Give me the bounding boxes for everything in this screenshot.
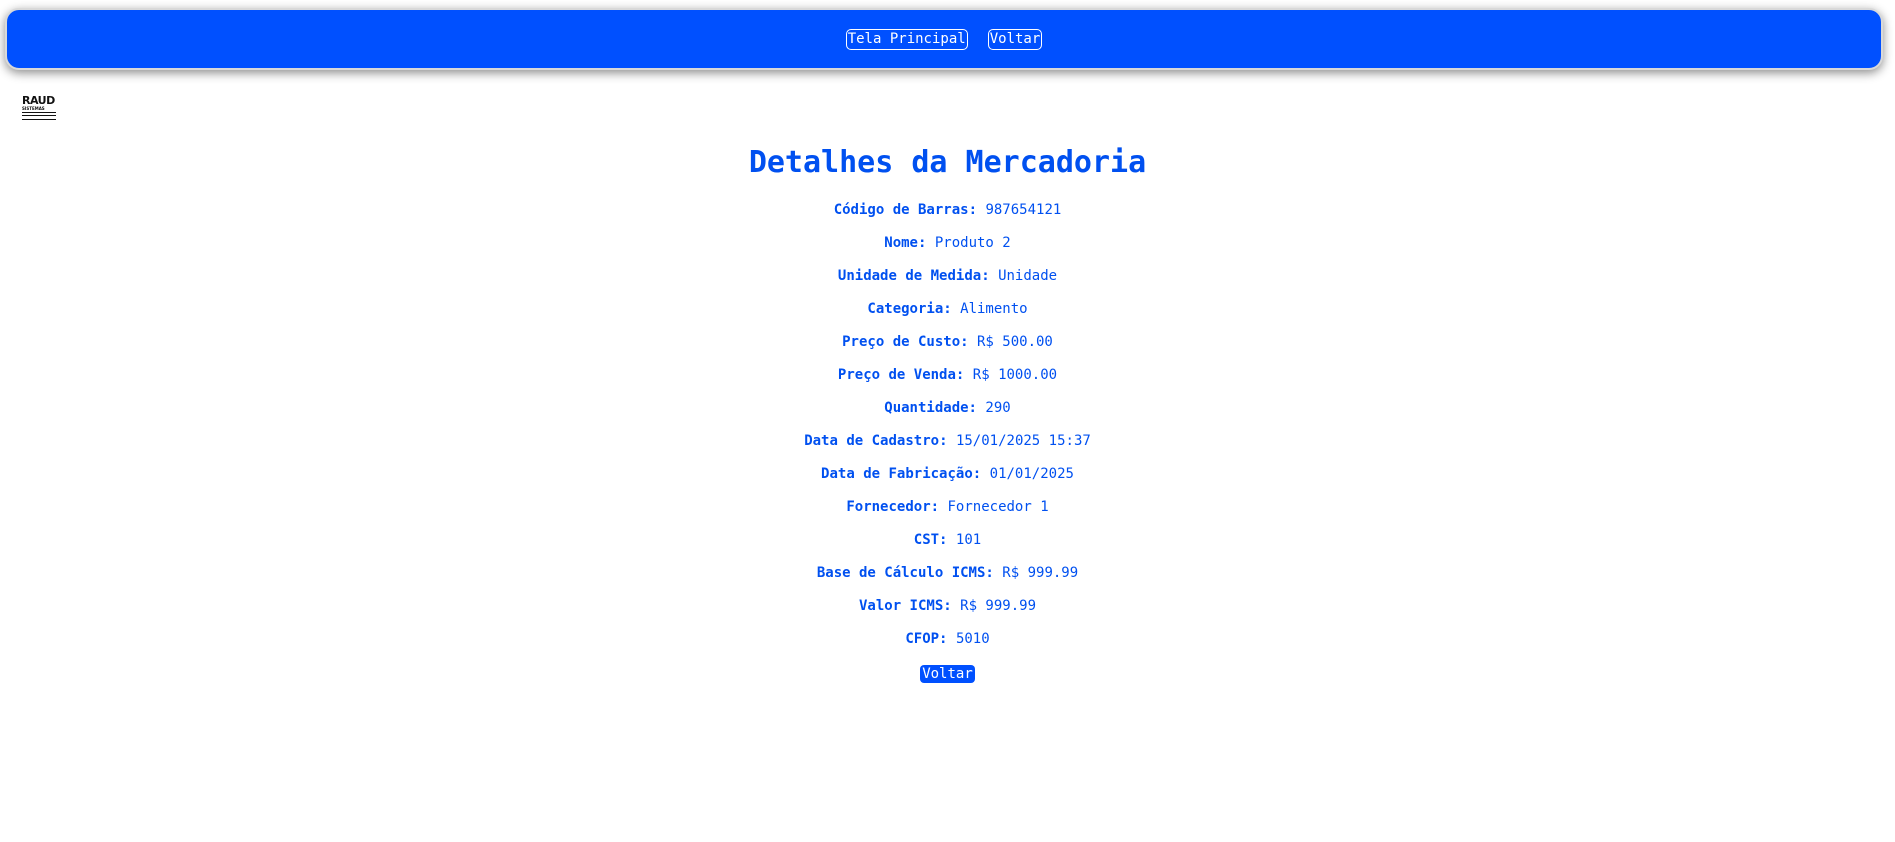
detail-value: R$ 1000.00 <box>972 367 1058 383</box>
detail-value: 987654121 <box>985 202 1062 218</box>
home-button[interactable]: Tela Principal <box>845 28 968 50</box>
detail-label: Preço de Custo: <box>842 334 969 350</box>
detail-icms-value: Valor ICMS: R$ 999.99 <box>0 594 1895 627</box>
detail-value: 5010 <box>955 631 990 647</box>
detail-label: Código de Barras: <box>833 202 977 218</box>
detail-value: R$ 999.99 <box>960 598 1036 614</box>
detail-unit: Unidade de Medida: Unidade <box>0 264 1895 297</box>
detail-label: Data de Cadastro: <box>804 433 948 449</box>
detail-value: 101 <box>955 532 982 548</box>
detail-cost-price: Preço de Custo: R$ 500.00 <box>0 330 1895 363</box>
detail-label: Base de Cálculo ICMS: <box>816 565 994 581</box>
detail-registration-date: Data de Cadastro: 15/01/2025 15:37 <box>0 429 1895 462</box>
detail-manufacture-date: Data de Fabricação: 01/01/2025 <box>0 462 1895 495</box>
detail-value: 15/01/2025 15:37 <box>955 433 1091 449</box>
detail-label: Preço de Venda: <box>837 367 965 383</box>
detail-quantity: Quantidade: 290 <box>0 396 1895 429</box>
detail-value: 01/01/2025 <box>989 466 1074 482</box>
detail-value: Unidade <box>998 268 1058 284</box>
detail-label: Data de Fabricação: <box>821 466 982 482</box>
detail-cfop: CFOP: 5010 <box>0 627 1895 660</box>
detail-supplier: Fornecedor: Fornecedor 1 <box>0 495 1895 528</box>
detail-value: Fornecedor 1 <box>947 499 1049 515</box>
detail-cst: CST: 101 <box>0 528 1895 561</box>
detail-label: Unidade de Medida: <box>837 268 990 284</box>
back-button-top[interactable]: Voltar <box>987 28 1043 50</box>
detail-value: 290 <box>985 400 1011 416</box>
detail-icms-base: Base de Cálculo ICMS: R$ 999.99 <box>0 561 1895 594</box>
company-logo: RAUD SISTEMAS <box>22 95 58 121</box>
detail-label: Valor ICMS: <box>858 598 952 614</box>
logo-stripes <box>22 112 56 120</box>
detail-category: Categoria: Alimento <box>0 297 1895 330</box>
detail-label: Categoria: <box>867 301 952 317</box>
detail-label: Nome: <box>884 235 927 251</box>
detail-label: Fornecedor: <box>846 499 940 515</box>
detail-label: CST: <box>913 532 948 548</box>
back-button[interactable]: Voltar <box>920 665 975 683</box>
detail-value: R$ 999.99 <box>1002 565 1079 581</box>
detail-value: R$ 500.00 <box>977 334 1053 350</box>
product-details: Código de Barras: 987654121 Nome: Produt… <box>0 198 1895 660</box>
detail-sale-price: Preço de Venda: R$ 1000.00 <box>0 363 1895 396</box>
footer-actions: Voltar <box>0 663 1895 683</box>
top-nav-bar: Tela Principal Voltar <box>5 8 1883 70</box>
detail-value: Produto 2 <box>934 235 1011 251</box>
logo-text: RAUD <box>22 94 55 107</box>
detail-name: Nome: Produto 2 <box>0 231 1895 264</box>
detail-barcode: Código de Barras: 987654121 <box>0 198 1895 231</box>
detail-label: CFOP: <box>905 631 948 647</box>
page-title: Detalhes da Mercadoria <box>748 145 1147 180</box>
detail-value: Alimento <box>960 301 1028 317</box>
detail-label: Quantidade: <box>884 400 977 416</box>
